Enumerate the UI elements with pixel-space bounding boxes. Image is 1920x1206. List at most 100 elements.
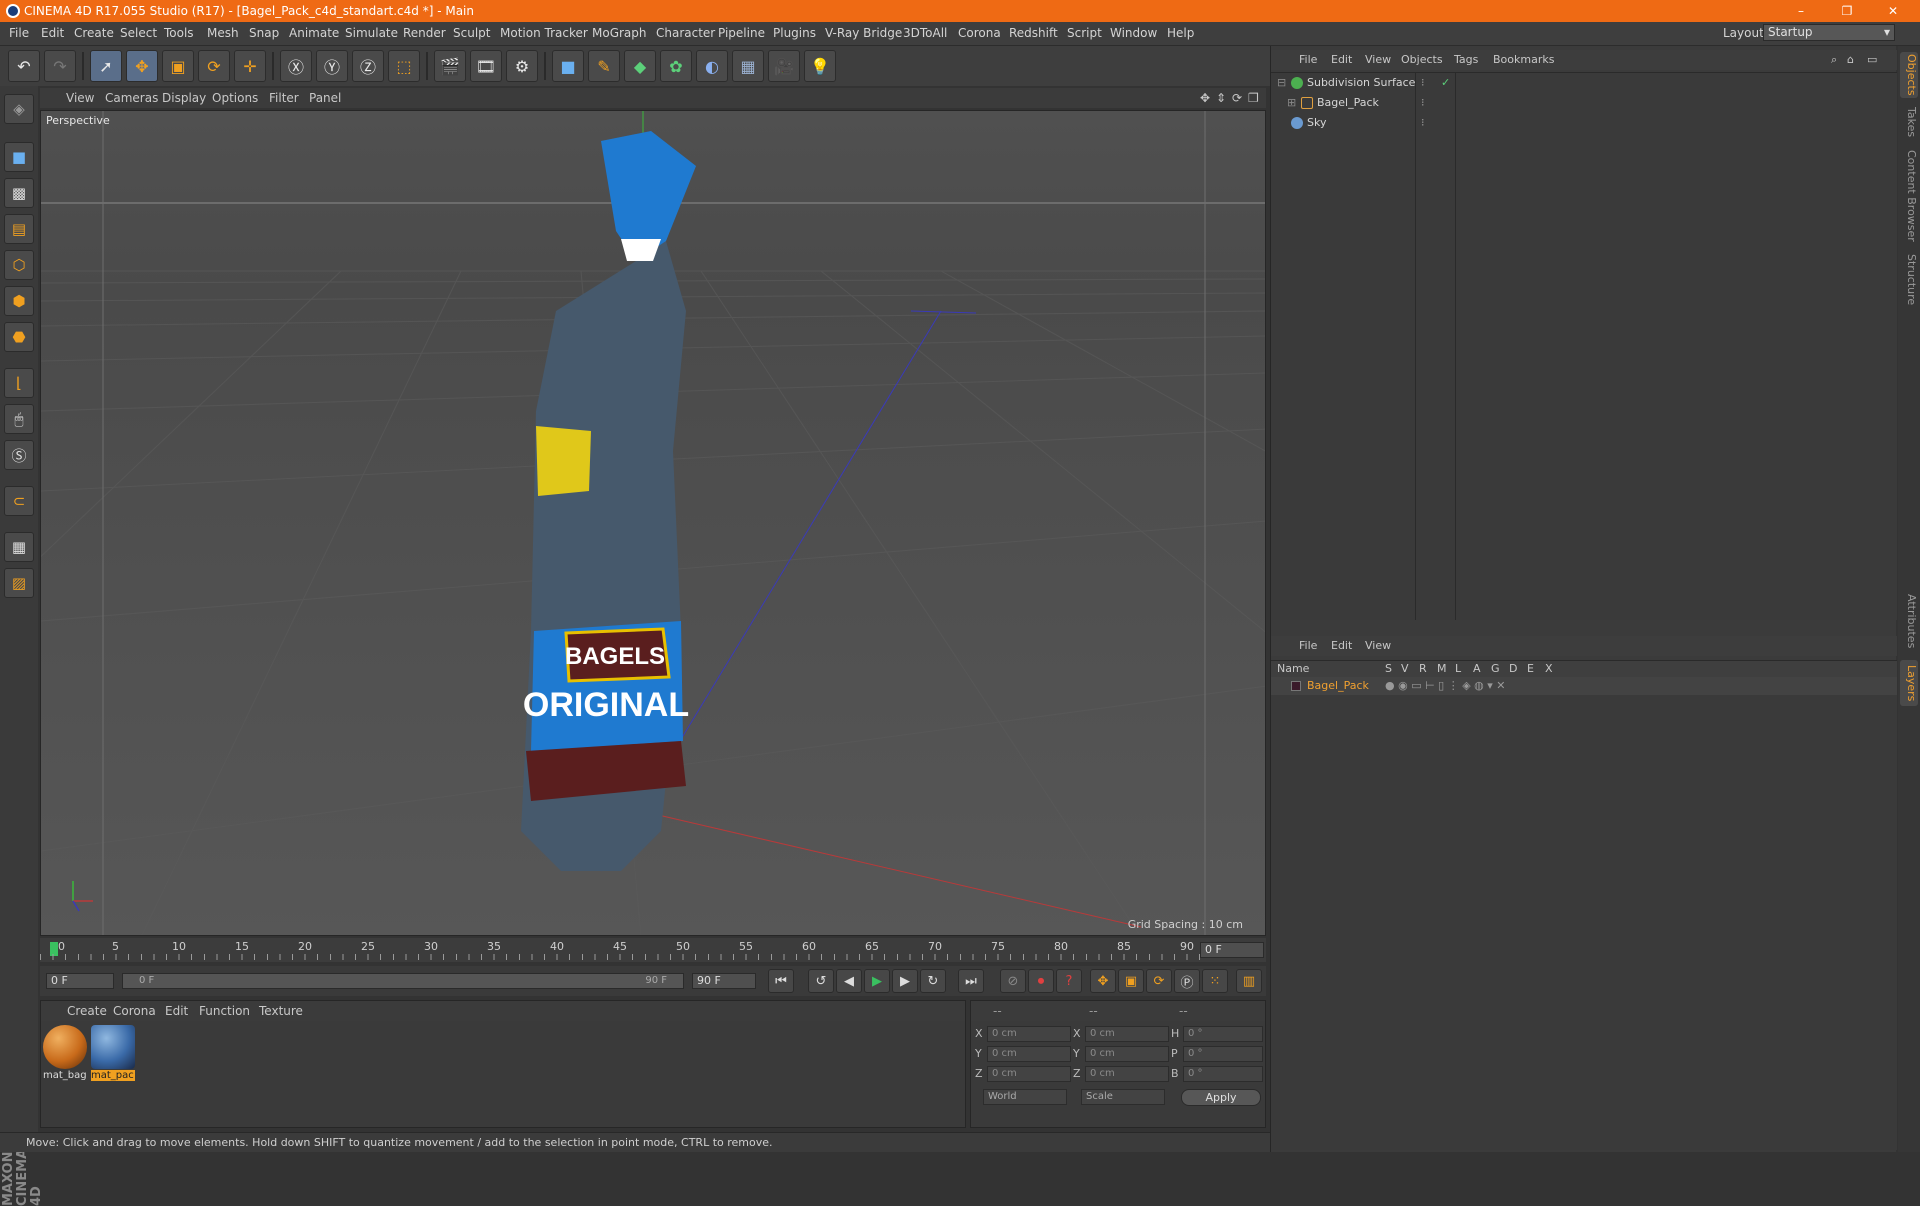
z-axis-lock-icon[interactable]: Ⓩ (352, 50, 384, 82)
timeline-ruler[interactable]: 0 5 10 15 20 25 30 35 40 45 50 55 60 65 … (40, 938, 1266, 962)
render-settings-icon[interactable]: ⚙ (506, 50, 538, 82)
objects-menu-tags[interactable]: Tags (1454, 53, 1478, 66)
points-mode-icon[interactable]: ⬡ (4, 250, 34, 280)
camera-icon[interactable]: 🎥 (768, 50, 800, 82)
viewport-zoom-icon[interactable]: ⇕ (1216, 91, 1226, 105)
menu-edit[interactable]: Edit (41, 26, 64, 40)
end-frame-field[interactable]: 90 F (692, 973, 756, 989)
collapse-icon[interactable]: ⊟ (1277, 73, 1286, 93)
scale-tool-icon[interactable]: ▣ (162, 50, 194, 82)
timeline-window-icon[interactable]: ▥ (1236, 969, 1262, 993)
record-disabled-icon[interactable]: ⊘ (1000, 969, 1026, 993)
previous-frame-icon[interactable]: ◀ (836, 969, 862, 993)
floor-icon[interactable]: ▦ (732, 50, 764, 82)
tab-takes[interactable]: Takes (1900, 102, 1918, 142)
close-button[interactable]: ✕ (1870, 0, 1916, 22)
menu-redshift[interactable]: Redshift (1009, 26, 1058, 40)
tweak-mode-icon[interactable]: 🖱 (4, 404, 34, 434)
menu-vray-bridge[interactable]: V-Ray Bridge (825, 26, 902, 40)
viewport-move-icon[interactable]: ✥ (1200, 91, 1210, 105)
menu-select[interactable]: Select (120, 26, 157, 40)
material-swatch[interactable]: mat_bag (43, 1025, 87, 1081)
viewport-rotate-icon[interactable]: ⟳ (1232, 91, 1242, 105)
material-menu-edit[interactable]: Edit (165, 1004, 188, 1018)
move-tool-icon[interactable]: ✥ (126, 50, 158, 82)
viewport-menu-panel[interactable]: Panel (309, 91, 341, 105)
x-axis-lock-icon[interactable]: Ⓧ (280, 50, 312, 82)
light-icon[interactable]: 💡 (804, 50, 836, 82)
size-z-field[interactable]: 0 cm (1085, 1066, 1169, 1082)
rotation-b-field[interactable]: 0 ° (1183, 1066, 1263, 1082)
key-position-icon[interactable]: ✥ (1090, 969, 1116, 993)
key-scale-icon[interactable]: ▣ (1118, 969, 1144, 993)
menu-corona[interactable]: Corona (958, 26, 1001, 40)
solo-mode-icon[interactable]: Ⓢ (4, 440, 34, 470)
size-x-field[interactable]: 0 cm (1085, 1026, 1169, 1042)
menu-animate[interactable]: Animate (289, 26, 339, 40)
material-swatch-selected[interactable]: mat_pac (91, 1025, 135, 1081)
rotate-tool-icon[interactable]: ⟳ (198, 50, 230, 82)
position-z-field[interactable]: 0 cm (987, 1066, 1071, 1082)
objects-menu-edit[interactable]: Edit (1331, 53, 1352, 66)
menu-file[interactable]: File (9, 26, 29, 40)
enabled-check-icon[interactable]: ✓ (1441, 73, 1450, 93)
cube-primitive-icon[interactable]: ■ (552, 50, 584, 82)
menu-plugins[interactable]: Plugins (773, 26, 816, 40)
menu-tools[interactable]: Tools (164, 26, 194, 40)
key-parameter-icon[interactable]: Ⓟ (1174, 969, 1200, 993)
coordinate-mode-dropdown[interactable]: World (983, 1089, 1067, 1105)
last-tool-icon[interactable]: ✛ (234, 50, 266, 82)
layers-menu-file[interactable]: File (1299, 639, 1317, 652)
coordinate-system-icon[interactable]: ⬚ (388, 50, 420, 82)
live-selection-icon[interactable]: ➚ (90, 50, 122, 82)
tab-objects[interactable]: Objects (1900, 52, 1918, 98)
spline-pen-icon[interactable]: ✎ (588, 50, 620, 82)
record-active-objects-icon[interactable]: ⏺ (1028, 969, 1054, 993)
go-to-start-icon[interactable]: ⏮ (768, 969, 794, 993)
menu-pipeline[interactable]: Pipeline (718, 26, 765, 40)
tab-content-browser[interactable]: Content Browser (1900, 146, 1918, 246)
visibility-dots-icon[interactable]: ⁝ (1421, 73, 1425, 93)
visibility-dots-icon[interactable]: ⁝ (1421, 93, 1425, 113)
visibility-dots-icon[interactable]: ⁝ (1421, 113, 1425, 133)
object-row[interactable]: ⊞ Bagel_Pack ⁝ (1271, 93, 1897, 113)
viewport-maximize-icon[interactable]: ❐ (1248, 91, 1259, 105)
menu-simulate[interactable]: Simulate (345, 26, 398, 40)
menu-window[interactable]: Window (1110, 26, 1157, 40)
objects-menu-bookmarks[interactable]: Bookmarks (1493, 53, 1554, 66)
tab-structure[interactable]: Structure (1900, 250, 1918, 310)
home-icon[interactable]: ⌂ (1847, 53, 1854, 66)
workplane-mode-icon[interactable]: ▤ (4, 214, 34, 244)
layer-color-swatch[interactable] (1291, 681, 1301, 691)
next-frame-icon[interactable]: ▶ (892, 969, 918, 993)
planar-workplane-icon[interactable]: ▨ (4, 568, 34, 598)
deformer-icon[interactable]: ◐ (696, 50, 728, 82)
objects-menu-file[interactable]: File (1299, 53, 1317, 66)
material-menu-create[interactable]: Create (67, 1004, 107, 1018)
start-frame-field[interactable]: 0 F (46, 973, 114, 989)
undo-icon[interactable]: ↶ (8, 50, 40, 82)
position-y-field[interactable]: 0 cm (987, 1046, 1071, 1062)
render-view-icon[interactable]: 🎬 (434, 50, 466, 82)
rotation-h-field[interactable]: 0 ° (1183, 1026, 1263, 1042)
new-view-icon[interactable]: ▭ (1867, 53, 1877, 66)
menu-mograph[interactable]: MoGraph (592, 26, 647, 40)
edges-mode-icon[interactable]: ⬢ (4, 286, 34, 316)
polygons-mode-icon[interactable]: ⬣ (4, 322, 34, 352)
perspective-viewport[interactable]: BAGELS ORIGINAL Perspective Grid Spacing… (40, 110, 1266, 936)
texture-mode-icon[interactable]: ▩ (4, 178, 34, 208)
layers-menu-view[interactable]: View (1365, 639, 1391, 652)
layer-toggles-icon[interactable]: ● ◉ ▭ ⊢ ▯ ⋮ ◈ ◍ ▾ ✕ (1385, 677, 1506, 695)
menu-snap[interactable]: Snap (249, 26, 279, 40)
minimize-button[interactable]: – (1778, 0, 1824, 22)
cloner-icon[interactable]: ✿ (660, 50, 692, 82)
menu-mesh[interactable]: Mesh (207, 26, 239, 40)
autokeying-icon[interactable]: ? (1056, 969, 1082, 993)
play-icon[interactable]: ▶ (864, 969, 890, 993)
layout-dropdown[interactable]: Startup ▾ (1763, 24, 1895, 41)
layer-row[interactable]: Bagel_Pack ● ◉ ▭ ⊢ ▯ ⋮ ◈ ◍ ▾ ✕ (1271, 677, 1897, 695)
key-point-level-icon[interactable]: ⁙ (1202, 969, 1228, 993)
search-icon[interactable]: ⌕ (1831, 53, 1837, 67)
viewport-menu-view[interactable]: View (66, 91, 94, 105)
size-mode-dropdown[interactable]: Scale (1081, 1089, 1165, 1105)
